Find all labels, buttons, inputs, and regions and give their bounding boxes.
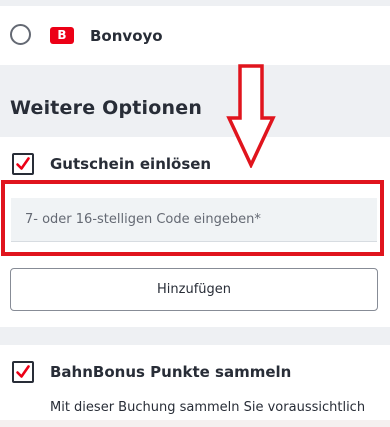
checkmark-icon bbox=[16, 157, 30, 170]
voucher-checkbox[interactable] bbox=[12, 153, 34, 175]
bonvoyo-label: Bonvoyo bbox=[90, 27, 163, 45]
add-voucher-button[interactable]: Hinzufügen bbox=[10, 268, 378, 311]
bahnbonus-checkbox[interactable] bbox=[12, 361, 34, 383]
divider bbox=[0, 0, 390, 6]
section-title: Weitere Optionen bbox=[10, 97, 203, 119]
annotation-highlight-box bbox=[1, 180, 384, 256]
bahnbonus-label: BahnBonus Punkte sammeln bbox=[50, 363, 292, 381]
bonvoyo-radio[interactable] bbox=[10, 24, 31, 45]
bonvoyo-logo-icon: B bbox=[50, 27, 74, 44]
voucher-label: Gutschein einlösen bbox=[50, 155, 212, 173]
bahnbonus-description: Mit dieser Buchung sammeln Sie voraussic… bbox=[50, 400, 366, 415]
divider bbox=[0, 420, 390, 427]
down-arrow-icon bbox=[226, 64, 276, 168]
checkmark-icon bbox=[16, 365, 30, 378]
